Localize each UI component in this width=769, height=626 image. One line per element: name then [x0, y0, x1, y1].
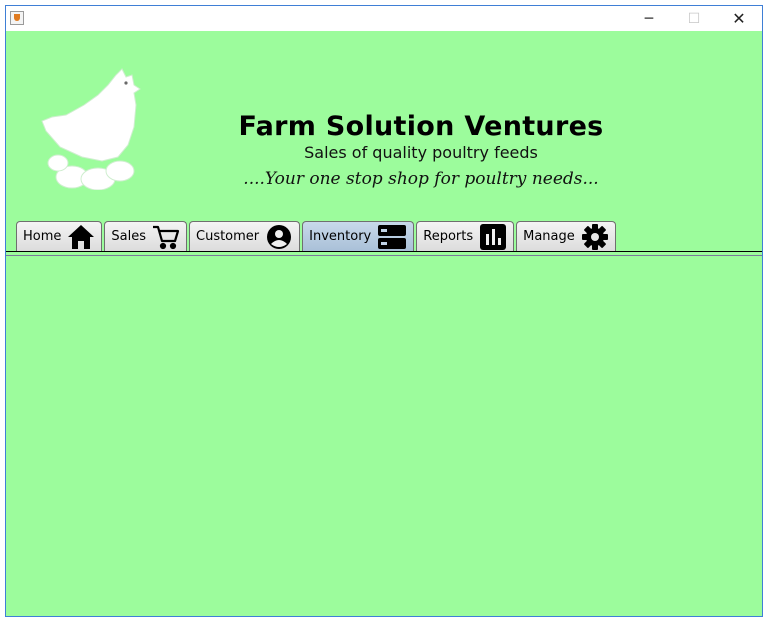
company-subtitle: Sales of quality poultry feeds [304, 143, 538, 162]
hen-logo-icon [36, 65, 151, 191]
app-window: ─ ☐ ✕ Farm Solution Ventures Sales of qu… [5, 5, 763, 617]
tab-sales-label: Sales [111, 229, 146, 244]
tab-manage[interactable]: Manage [516, 221, 616, 251]
java-app-icon[interactable] [10, 11, 24, 25]
title-bar[interactable]: ─ ☐ ✕ [6, 6, 762, 31]
cart-icon [152, 224, 180, 250]
maximize-button[interactable]: ☐ [671, 6, 717, 31]
bar-chart-icon [479, 223, 507, 250]
tab-home[interactable]: Home [16, 221, 103, 251]
tab-customer[interactable]: Customer [189, 221, 301, 251]
inventory-panel [6, 256, 762, 616]
main-tab-bar: Home Sales Customer Inventory Reports Ma… [16, 219, 616, 251]
tab-reports[interactable]: Reports [416, 221, 515, 251]
tab-customer-label: Customer [196, 229, 260, 244]
tab-bar-divider [6, 251, 762, 252]
storage-icon [377, 224, 407, 250]
tab-inventory[interactable]: Inventory [302, 221, 415, 251]
tab-manage-label: Manage [523, 229, 575, 244]
tab-reports-label: Reports [423, 229, 474, 244]
tab-home-label: Home [23, 229, 62, 244]
home-icon [67, 224, 95, 250]
company-name: Farm Solution Ventures [238, 111, 604, 142]
minimize-button[interactable]: ─ [626, 6, 672, 31]
company-tagline: ....Your one stop shop for poultry needs… [243, 169, 599, 189]
main-content: Farm Solution Ventures Sales of quality … [6, 31, 762, 616]
user-circle-icon [265, 224, 293, 250]
close-button[interactable]: ✕ [716, 6, 762, 31]
tab-sales[interactable]: Sales [104, 221, 187, 251]
gear-icon [581, 223, 609, 250]
tab-inventory-label: Inventory [309, 229, 372, 244]
brand-block: Farm Solution Ventures Sales of quality … [206, 111, 636, 191]
